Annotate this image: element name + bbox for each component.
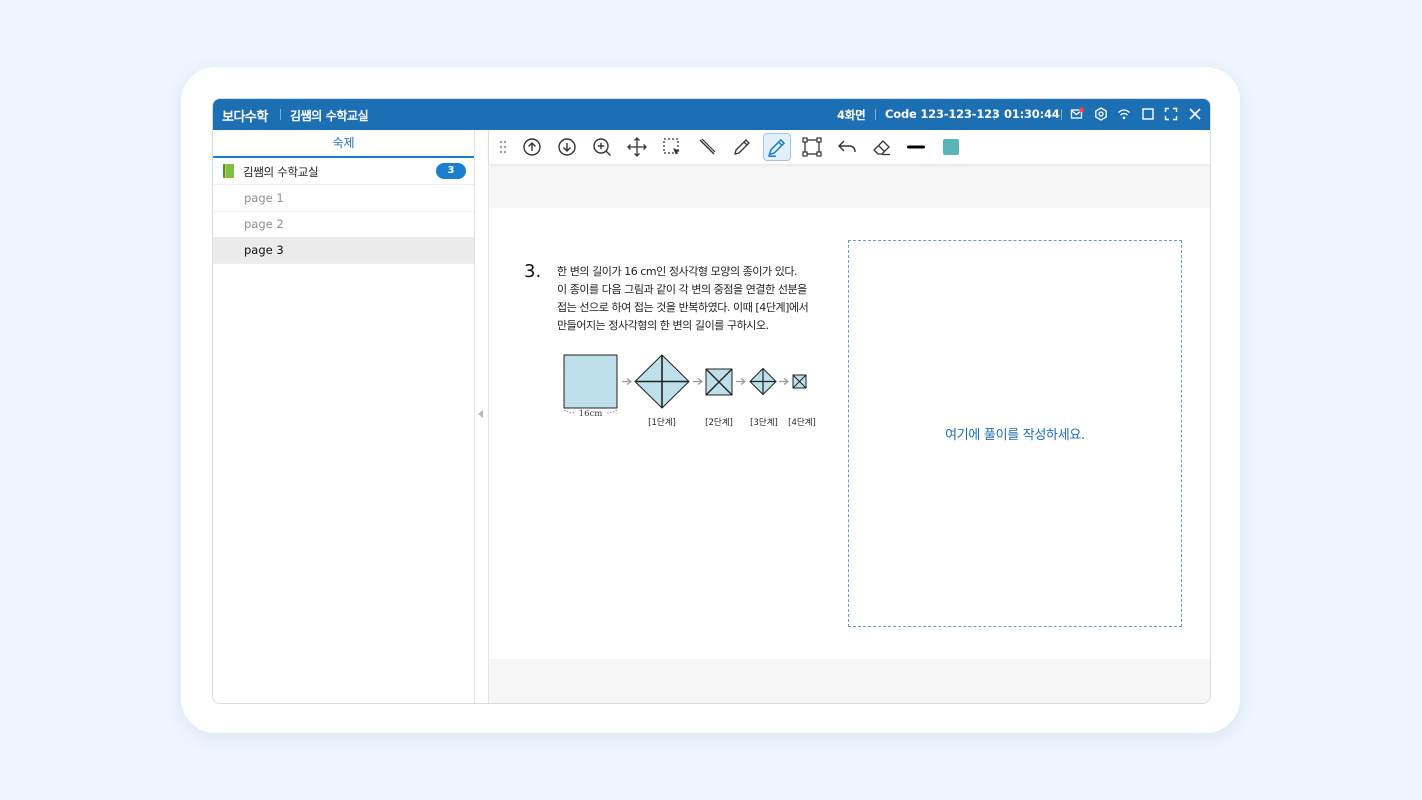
- scroll-down-icon[interactable]: [555, 135, 579, 159]
- step-1-label: [1단계]: [648, 417, 676, 428]
- tab-homework[interactable]: 숙제: [213, 130, 474, 158]
- highlighter-icon[interactable]: [763, 133, 791, 161]
- problem-text-line: 접는 선으로 하여 접는 것을 반복하였다. 이때 [4단계]에서: [557, 301, 809, 314]
- undo-icon[interactable]: [835, 135, 859, 159]
- folding-diagram: 16cm [1단계] [2단계] [3단계] [4단계]: [563, 354, 816, 428]
- problem-text-line: 만들어지는 정사각형의 한 변의 길이를 구하시오.: [557, 319, 769, 332]
- scroll-up-icon[interactable]: [520, 135, 544, 159]
- select-icon[interactable]: [660, 135, 684, 159]
- settings-icon[interactable]: [1094, 107, 1108, 121]
- sidebar-item-page-1[interactable]: page 1: [213, 185, 474, 212]
- brand-logo: 보다수학: [222, 110, 268, 125]
- title-divider: [875, 109, 876, 120]
- title-divider: [1061, 109, 1062, 120]
- paper-square: [563, 354, 618, 409]
- title-divider: [280, 109, 281, 120]
- drag-handle-icon[interactable]: [499, 140, 507, 154]
- step-4-label: [4단계]: [788, 417, 816, 428]
- class-name: 김쌤의 수학교실: [290, 109, 369, 123]
- move-icon[interactable]: [625, 135, 649, 159]
- session-timer: 01:30:44: [1004, 107, 1060, 121]
- problem-text-line: 이 종이를 다음 그림과 같이 각 변의 중점을 연결한 선분을: [557, 283, 807, 296]
- drawing-toolbar: [489, 130, 1210, 164]
- wifi-icon: [1117, 107, 1131, 121]
- sidebar-item-page-3[interactable]: page 3: [213, 237, 474, 264]
- problem-sheet: 3. 한 변의 길이가 16 cm인 정사각형 모양의 종이가 있다. 이 종이…: [489, 208, 1210, 659]
- pencil-icon[interactable]: [730, 135, 754, 159]
- problem-text-line: 한 변의 길이가 16 cm인 정사각형 모양의 종이가 있다.: [557, 265, 798, 278]
- screen-count: 4화면: [837, 108, 866, 122]
- step-2-label: [2단계]: [705, 417, 733, 428]
- problem-number: 3.: [524, 261, 542, 282]
- transform-icon[interactable]: [800, 135, 824, 159]
- sidebar: 숙제 김쌤의 수학교실 3 page 1 page 2 page 3: [213, 130, 475, 703]
- count-badge: 3: [436, 163, 466, 179]
- book-icon: [223, 164, 234, 178]
- stroke-width-icon[interactable]: [904, 135, 928, 159]
- title-bar: 보다수학 김쌤의 수학교실 4화면 Code 123-123-123 01:30…: [213, 99, 1210, 130]
- mail-icon[interactable]: [1070, 107, 1084, 121]
- app-window: 보다수학 김쌤의 수학교실 4화면 Code 123-123-123 01:30…: [212, 98, 1211, 704]
- workspace: 3. 한 변의 길이가 16 cm인 정사각형 모양의 종이가 있다. 이 종이…: [489, 130, 1210, 703]
- folder-label: 김쌤의 수학교실: [243, 165, 319, 179]
- sidebar-folder[interactable]: 김쌤의 수학교실 3: [213, 158, 474, 185]
- title-divider: [994, 109, 995, 120]
- answer-placeholder: 여기에 풀이를 작성하세요.: [945, 428, 1085, 443]
- sidebar-item-page-2[interactable]: page 2: [213, 211, 474, 238]
- color-swatch[interactable]: [939, 135, 963, 159]
- size-label: 16cm: [579, 409, 603, 419]
- window-icon[interactable]: [1141, 107, 1155, 121]
- class-code: Code 123-123-123: [885, 107, 1000, 121]
- line-icon[interactable]: [695, 135, 719, 159]
- close-icon[interactable]: [1188, 107, 1202, 121]
- chevron-left-icon: [478, 410, 483, 418]
- zoom-in-icon[interactable]: [590, 135, 614, 159]
- page-label: page 2: [244, 217, 284, 231]
- eraser-icon[interactable]: [870, 135, 894, 159]
- answer-area[interactable]: 여기에 풀이를 작성하세요.: [848, 240, 1182, 627]
- step-3-label: [3단계]: [750, 417, 778, 428]
- page-label: page 3: [244, 243, 284, 257]
- sidebar-collapse-handle[interactable]: [475, 130, 489, 703]
- fullscreen-icon[interactable]: [1164, 107, 1178, 121]
- page-label: page 1: [244, 191, 284, 205]
